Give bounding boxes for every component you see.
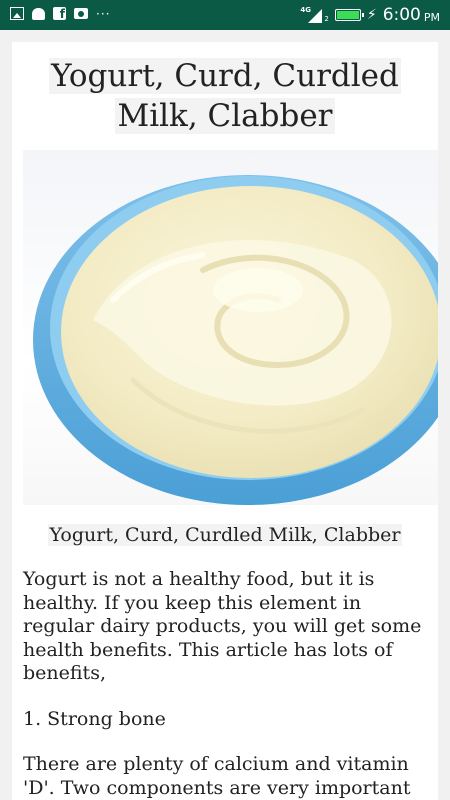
paragraph: There are plenty of calcium and vitamin … xyxy=(23,753,411,799)
battery-icon xyxy=(334,9,364,21)
section-heading: 1. Strong bone xyxy=(23,707,166,730)
camera-icon xyxy=(74,8,88,19)
notification-icons: f ··· xyxy=(10,6,111,21)
android-icon xyxy=(32,7,45,20)
image-caption: Yogurt, Curd, Curdled Milk, Clabber xyxy=(47,524,403,546)
sim-index-label: 2 xyxy=(324,15,329,23)
more-notifications-icon: ··· xyxy=(96,6,111,21)
signal-icon: 4G xyxy=(300,6,323,23)
clock-time: 6:00 xyxy=(382,5,421,25)
system-icons: 4G 2 ⚡ 6:00 PM xyxy=(300,5,440,25)
charging-bolt-icon: ⚡ xyxy=(366,7,377,23)
facebook-icon: f xyxy=(53,7,66,21)
article-body: Yogurt is not a healthy food, but it is … xyxy=(23,568,428,800)
yogurt-bowl-illustration xyxy=(33,175,438,505)
yogurt-bowl-image xyxy=(23,150,438,505)
status-bar: f ··· 4G 2 ⚡ 6:00 PM xyxy=(0,0,450,30)
clock-ampm: PM xyxy=(423,10,440,24)
image-icon xyxy=(10,7,24,20)
article-title: Yogurt, Curd, Curdled Milk, Clabber xyxy=(49,58,401,134)
article-card[interactable]: Yogurt, Curd, Curdled Milk, Clabber Yogu… xyxy=(12,42,438,800)
paragraph: Yogurt is not a healthy food, but it is … xyxy=(23,568,422,684)
